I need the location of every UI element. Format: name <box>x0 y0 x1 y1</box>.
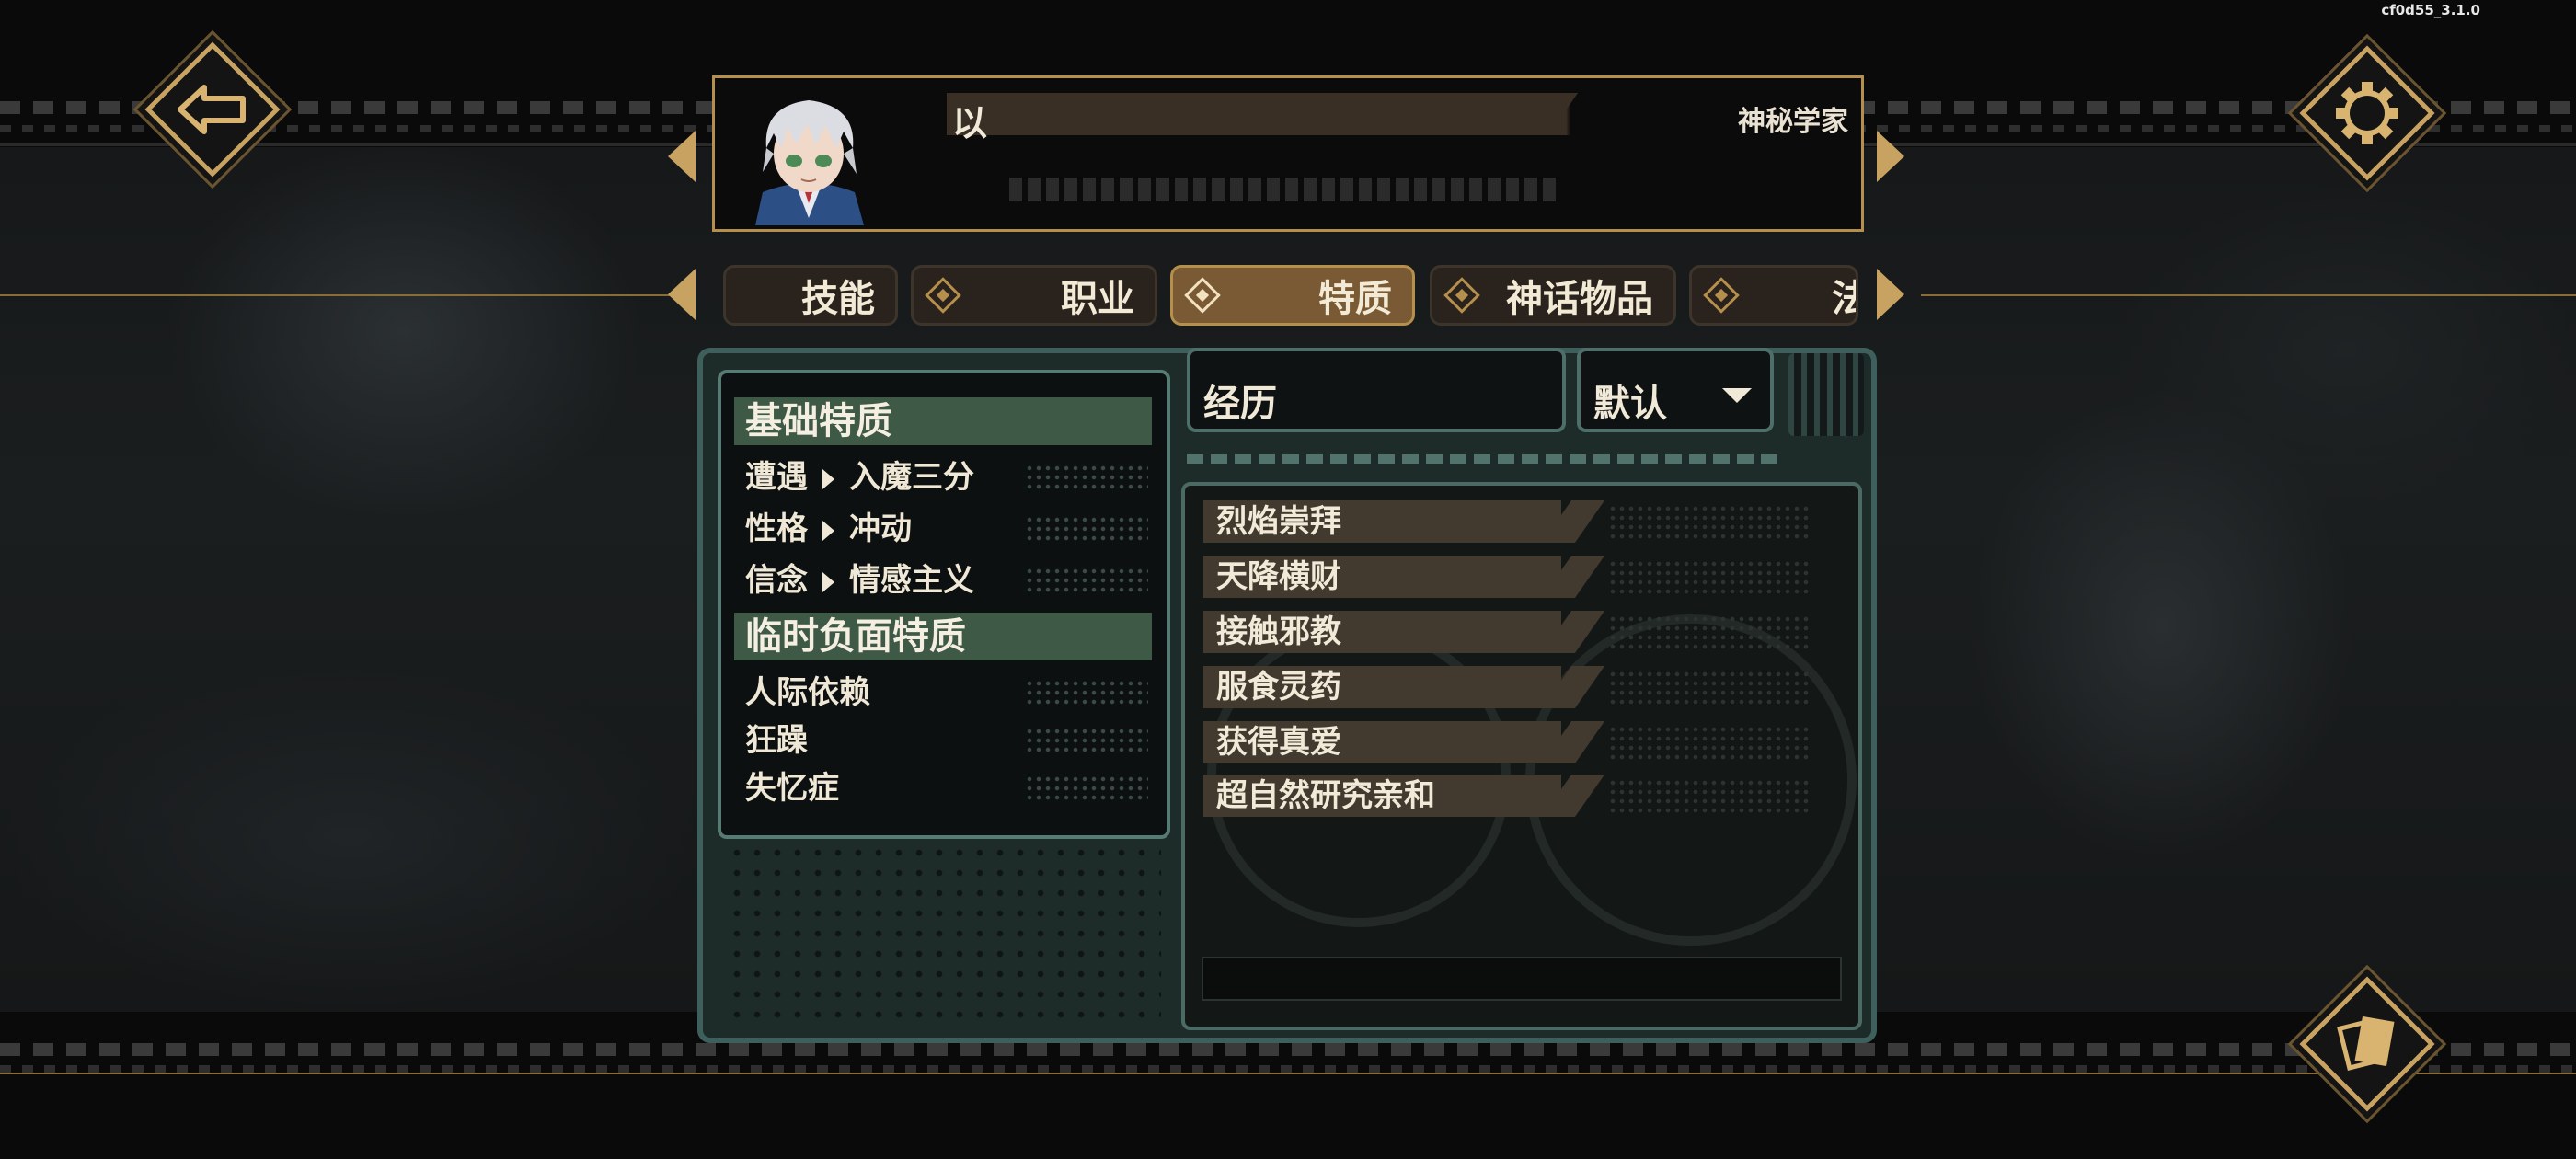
tab-occupation-label: 职业 <box>1061 277 1134 320</box>
dot-pattern <box>1608 504 1811 541</box>
character-name: 以 <box>952 102 988 143</box>
tab-occupation[interactable]: 职业 <box>911 265 1157 326</box>
tab-spells[interactable]: 法 <box>1689 265 1858 326</box>
temp-trait-label: 失忆症 <box>745 770 839 807</box>
dot-pattern <box>1608 778 1811 815</box>
tab-traits-label: 特质 <box>1318 277 1392 320</box>
right-tab-gold-line <box>1921 294 2576 296</box>
version-label: cf0d55_3.1.0 <box>2381 2 2480 18</box>
dot-pattern <box>1025 464 1148 491</box>
arrow-right-icon <box>822 521 834 541</box>
cards-button[interactable] <box>2298 975 2436 1113</box>
background-smoke-left <box>166 138 644 524</box>
left-tab-gold-line <box>0 294 670 296</box>
trait-row-belief[interactable]: 信念 情感主义 <box>745 559 1154 602</box>
dot-pattern <box>1608 670 1811 706</box>
trait-row-personality[interactable]: 性格 冲动 <box>745 508 1154 550</box>
temp-trait-row[interactable]: 狂躁 <box>745 719 1154 762</box>
back-button[interactable] <box>144 40 282 178</box>
diamond-icon <box>1443 277 1480 314</box>
trait-value: 情感主义 <box>849 562 974 599</box>
bottom-gold-line <box>0 1073 2576 1074</box>
tab-mythos-items-label: 神话物品 <box>1506 277 1653 320</box>
diamond-icon <box>1703 277 1740 314</box>
dot-pattern <box>1025 679 1148 706</box>
trait-value: 入魔三分 <box>849 459 974 496</box>
category-search-field[interactable]: 经历 <box>1187 348 1566 432</box>
settings-button[interactable] <box>2298 44 2436 182</box>
experience-item[interactable]: 天降横财 <box>1203 556 1610 598</box>
cards-icon <box>2298 975 2436 1113</box>
diamond-icon <box>925 277 961 314</box>
sort-dropdown-value: 默认 <box>1593 382 1667 425</box>
trait-label: 遭遇 <box>745 459 808 496</box>
next-character-arrow[interactable] <box>1877 131 1904 182</box>
dot-pattern <box>1025 775 1148 802</box>
tab-spells-label: 法 <box>1832 269 1856 322</box>
prev-character-arrow[interactable] <box>668 131 696 182</box>
back-arrow-icon <box>144 40 282 178</box>
experience-item[interactable]: 服食灵药 <box>1203 666 1610 708</box>
experience-item[interactable]: 获得真爱 <box>1203 721 1610 763</box>
temp-negative-traits-heading: 临时负面特质 <box>734 613 1152 660</box>
character-title: 神秘学家 <box>1738 106 1848 138</box>
character-portrait <box>735 89 882 225</box>
dot-pattern <box>1608 559 1811 596</box>
diamond-icon <box>1184 277 1221 314</box>
trait-value: 冲动 <box>849 511 912 547</box>
temp-trait-row[interactable]: 失忆症 <box>745 767 1154 809</box>
experience-item[interactable]: 烈焰崇拜 <box>1203 500 1610 543</box>
tab-skills[interactable]: 技能 <box>723 265 898 326</box>
basic-traits-heading: 基础特质 <box>734 397 1152 445</box>
decor-rail <box>1187 454 1785 464</box>
experience-item[interactable]: 接触邪教 <box>1203 611 1610 653</box>
decor-grille <box>1788 353 1864 436</box>
arrow-right-icon <box>822 572 834 592</box>
dot-pattern <box>1608 614 1811 651</box>
background-shadow-left <box>0 662 699 1012</box>
dot-pattern <box>1025 567 1148 594</box>
trait-label: 信念 <box>745 562 808 599</box>
tab-skills-label: 技能 <box>801 277 875 320</box>
character-header: 以 神秘学家 <box>712 75 1864 232</box>
gear-icon <box>2298 44 2436 182</box>
tab-mythos-items[interactable]: 神话物品 <box>1430 265 1676 326</box>
dot-pattern <box>1025 727 1148 754</box>
bottom-dash-border <box>0 1043 2576 1056</box>
temp-trait-label: 狂躁 <box>745 722 808 759</box>
experience-item[interactable]: 超自然研究亲和 <box>1203 775 1610 817</box>
sort-dropdown[interactable]: 默认 <box>1577 348 1774 432</box>
traits-panel-dots <box>727 843 1161 1027</box>
trait-label: 性格 <box>745 511 808 547</box>
tab-traits[interactable]: 特质 <box>1170 265 1415 326</box>
category-search-value: 经历 <box>1203 382 1277 425</box>
arrow-right-icon <box>822 469 834 489</box>
trait-row-encounter[interactable]: 遭遇 入魔三分 <box>745 456 1154 499</box>
faint-decor-text <box>1009 178 1561 201</box>
bottom-dash-border-inner <box>0 1065 2576 1073</box>
dot-pattern <box>1025 515 1148 543</box>
background-rubble-right <box>2116 184 2576 515</box>
prev-tab-arrow[interactable] <box>668 269 696 320</box>
dot-pattern <box>1608 725 1811 762</box>
temp-trait-row[interactable]: 人际依赖 <box>745 671 1154 714</box>
caret-down-icon <box>1722 388 1752 403</box>
temp-trait-label: 人际依赖 <box>745 674 870 711</box>
name-bar <box>947 93 1857 135</box>
list-footer-slot <box>1202 957 1842 1001</box>
next-tab-arrow[interactable] <box>1877 269 1904 320</box>
